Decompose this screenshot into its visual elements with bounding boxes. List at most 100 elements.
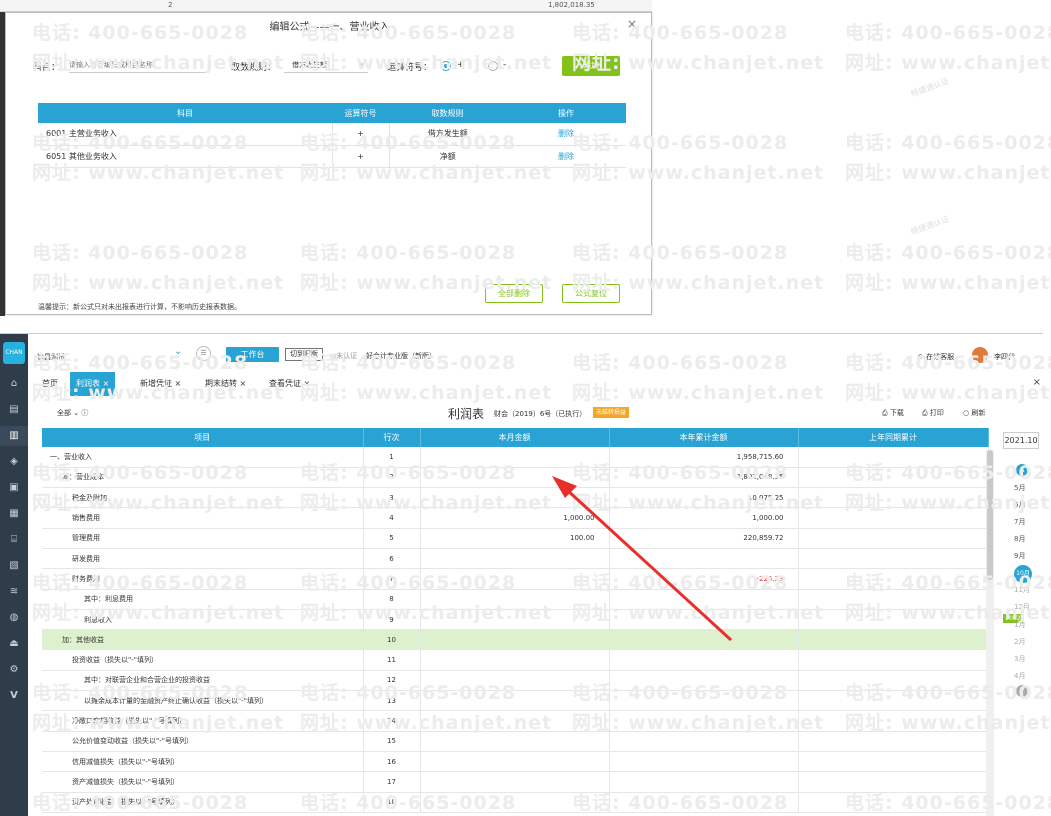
row-month-amount[interactable] [420, 792, 610, 813]
tab-view-voucher[interactable]: 查看凭证 × [263, 372, 316, 396]
month-item[interactable]: 2月 [1014, 637, 1025, 647]
row-prev-year-amount[interactable] [798, 710, 989, 732]
row-month-amount[interactable] [420, 629, 610, 651]
print-button[interactable]: ⎙ 打印 [922, 408, 944, 418]
online-support-link[interactable]: ⟳ 在线客服 [918, 352, 954, 362]
filter-select[interactable]: 全部 ⌄ ⓘ [57, 408, 88, 418]
row-month-amount[interactable] [420, 670, 610, 692]
ledger-icon[interactable]: ▦ [0, 504, 28, 524]
month-item[interactable]: 9月 [1014, 551, 1025, 561]
row-prev-year-amount[interactable] [798, 568, 989, 590]
row-year-amount[interactable] [609, 670, 799, 692]
v-icon[interactable]: V [0, 686, 28, 706]
menu-icon[interactable]: ☰ [196, 346, 211, 361]
voucher-icon[interactable]: ▤ [0, 400, 28, 420]
row-month-amount[interactable] [420, 609, 610, 631]
row-year-amount[interactable] [609, 771, 799, 793]
row-month-amount[interactable] [420, 690, 610, 712]
tab-new-voucher[interactable]: 新增凭证 × [134, 372, 187, 396]
close-icon[interactable]: × [627, 17, 637, 31]
row-year-amount[interactable] [609, 690, 799, 712]
month-item[interactable]: 6月 [1014, 500, 1025, 510]
row-year-amount[interactable] [609, 629, 799, 651]
row-year-amount[interactable]: 10,075.25 [609, 487, 799, 509]
row-year-amount[interactable] [609, 792, 799, 813]
row-prev-year-amount[interactable] [798, 447, 989, 468]
row-prev-year-amount[interactable] [798, 548, 989, 570]
month-item[interactable]: 3月 [1014, 654, 1025, 664]
row-month-amount[interactable] [420, 751, 610, 773]
home-icon[interactable]: ⌂ [0, 374, 28, 394]
row-year-amount[interactable]: -226.23 [609, 568, 799, 590]
cash-icon[interactable]: ◈ [0, 452, 28, 472]
row-prev-year-amount[interactable] [798, 649, 989, 671]
report-icon[interactable]: ▥ [0, 426, 28, 446]
delete-link[interactable]: 删除 [506, 123, 626, 146]
month-item[interactable]: 7月 [1014, 517, 1025, 527]
download-button[interactable]: ⎙ 下载 [882, 408, 904, 418]
row-prev-year-amount[interactable] [798, 467, 989, 489]
row-month-amount[interactable] [420, 589, 610, 610]
row-prev-year-amount[interactable] [798, 507, 989, 529]
archive-icon[interactable]: ⏏ [0, 634, 28, 654]
row-month-amount[interactable] [420, 731, 610, 752]
row-year-amount[interactable]: 1,802,018.35 [609, 467, 799, 489]
scrollbar-thumb[interactable] [987, 450, 993, 580]
close-icon[interactable]: × [1033, 377, 1041, 388]
row-prev-year-amount[interactable] [798, 487, 989, 509]
row-year-amount[interactable] [609, 710, 799, 732]
chevron-down-icon[interactable]: ⌄ [174, 346, 182, 357]
row-year-amount[interactable]: 220,859.72 [609, 528, 799, 549]
asset-icon[interactable]: ⌸ [0, 530, 28, 550]
row-prev-year-amount[interactable] [798, 589, 989, 610]
row-year-amount[interactable] [609, 731, 799, 752]
subject-search-input[interactable] [69, 57, 209, 73]
workbench-button[interactable]: 工作台 [226, 347, 279, 362]
month-item[interactable]: 1月 [1014, 620, 1025, 630]
row-month-amount[interactable]: 100.00 [420, 528, 610, 549]
verification-status[interactable]: ◎未认证 [330, 351, 357, 361]
tax-icon[interactable]: ◍ [0, 608, 28, 628]
row-prev-year-amount[interactable] [798, 609, 989, 631]
minus-radio[interactable] [488, 61, 498, 71]
avatar[interactable] [972, 347, 988, 363]
row-month-amount[interactable]: 1,000.00 [420, 507, 610, 529]
period-input[interactable]: 2021.10 [1003, 432, 1039, 449]
add-button[interactable]: 添加 [562, 56, 620, 76]
row-year-amount[interactable] [609, 589, 799, 610]
row-month-amount[interactable] [420, 649, 610, 671]
row-month-amount[interactable] [420, 710, 610, 732]
row-year-amount[interactable] [609, 751, 799, 773]
row-month-amount[interactable] [420, 447, 610, 468]
row-prev-year-amount[interactable] [798, 670, 989, 692]
row-month-amount[interactable] [420, 568, 610, 590]
row-prev-year-amount[interactable] [798, 528, 989, 549]
inventory-icon[interactable]: ▧ [0, 556, 28, 576]
tab-income-statement[interactable]: 利润表 × [70, 372, 116, 396]
settings-icon[interactable]: ⚙ [0, 660, 28, 680]
plus-radio[interactable] [441, 61, 451, 71]
rule-select[interactable]: 借方发生额 ▾ [284, 57, 368, 73]
month-item-active[interactable]: 10月 [1014, 565, 1032, 583]
switch-old-version-button[interactable]: 切到旧版 [285, 348, 323, 361]
chevron-down-icon[interactable]: ▼ [1016, 685, 1028, 697]
tab-home[interactable]: 首页 [36, 372, 64, 396]
row-prev-year-amount[interactable] [798, 629, 989, 651]
delete-all-button[interactable]: 全部删除 [485, 284, 543, 303]
row-prev-year-amount[interactable] [798, 731, 989, 752]
row-prev-year-amount[interactable] [798, 792, 989, 813]
row-month-amount[interactable] [420, 771, 610, 793]
row-prev-year-amount[interactable] [798, 690, 989, 712]
month-item[interactable]: 12月 [1014, 602, 1030, 612]
month-item[interactable]: 5月 [1014, 483, 1025, 493]
status-badge[interactable]: 未结转损益 [593, 407, 630, 418]
username[interactable]: 李四代 [994, 352, 1015, 362]
row-month-amount[interactable] [420, 548, 610, 570]
row-year-amount[interactable] [609, 548, 799, 570]
row-prev-year-amount[interactable] [798, 771, 989, 793]
chevron-up-icon[interactable]: ▲ [1016, 464, 1028, 476]
company-name[interactable]: 徐昌测试 [37, 352, 65, 362]
delete-link[interactable]: 删除 [506, 145, 626, 168]
row-year-amount[interactable]: 1,958,715.60 [609, 447, 799, 468]
row-prev-year-amount[interactable] [798, 751, 989, 773]
